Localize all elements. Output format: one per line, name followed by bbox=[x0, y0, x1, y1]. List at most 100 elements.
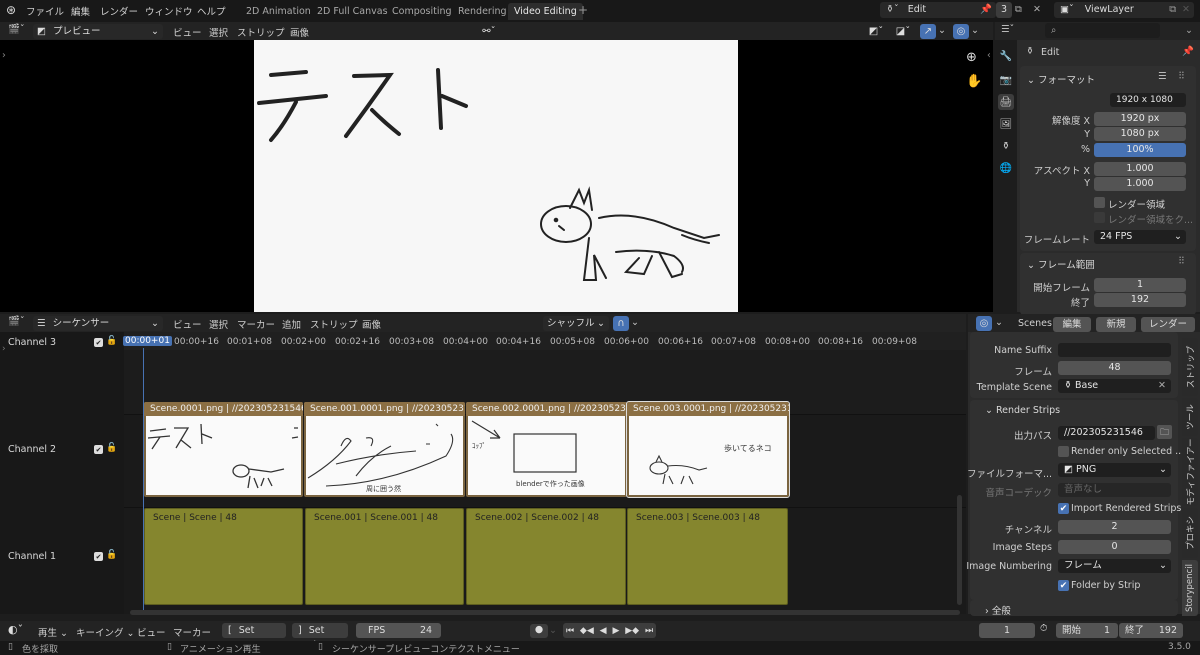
scene-strip[interactable]: Scene.003 | Scene.003 | 48 bbox=[627, 508, 788, 605]
overlay-icon[interactable]: ◎ bbox=[953, 24, 969, 39]
snap-mode-dropdown[interactable]: シャッフル ⌄ bbox=[543, 316, 609, 331]
format-panel-header[interactable]: ⌄ フォーマット bbox=[1027, 72, 1095, 86]
scene-selector[interactable]: ⚱ˇ Edit 📌 bbox=[880, 2, 996, 18]
tab-2d-animation[interactable]: 2D Animation bbox=[240, 3, 317, 20]
frame-start-field[interactable]: 1 bbox=[1094, 278, 1186, 292]
properties-editor-icon[interactable]: ☰ˇ bbox=[1001, 24, 1014, 35]
channels-icon[interactable]: ◪ˇ bbox=[893, 24, 913, 39]
chevron-down-icon[interactable]: ⌄ bbox=[631, 317, 639, 328]
view-layer-tab-icon[interactable]: 🖼 bbox=[998, 116, 1014, 132]
folder-by-strip-checkbox[interactable]: ✔ bbox=[1058, 580, 1069, 591]
lock-icon[interactable]: 🔓 bbox=[106, 336, 117, 346]
chevron-down-icon[interactable]: ⌄ bbox=[938, 25, 946, 36]
menu-marker[interactable]: マーカー bbox=[237, 317, 275, 331]
channel-mute-checkbox[interactable]: ✔ bbox=[94, 338, 103, 347]
channel-mute-checkbox[interactable]: ✔ bbox=[94, 445, 103, 454]
scene-tab-icon[interactable]: ⚱ bbox=[998, 138, 1014, 154]
menu-playback[interactable]: 再生 ⌄ bbox=[38, 625, 68, 639]
image-strip[interactable]: Scene.0001.png | //202305231546/ bbox=[144, 402, 303, 497]
tab-rendering[interactable]: Rendering bbox=[452, 3, 513, 20]
scene-users-count[interactable]: 3 bbox=[996, 2, 1012, 18]
tab-proxy[interactable]: プロキシ bbox=[1182, 508, 1198, 558]
tab-2d-full-canvas[interactable]: 2D Full Canvas bbox=[311, 3, 394, 20]
zoom-icon[interactable]: ⊕ bbox=[966, 50, 977, 65]
menu-view[interactable]: ビュー bbox=[173, 25, 202, 39]
menu-keying[interactable]: キーイング ⌄ bbox=[76, 625, 135, 639]
play-icon[interactable]: ▶ bbox=[612, 626, 619, 636]
image-strip-selected[interactable]: Scene.003.0001.png | //202305231 歩いてるネコ bbox=[626, 401, 790, 498]
channel-field[interactable]: 2 bbox=[1058, 520, 1171, 534]
menu-add[interactable]: 追加 bbox=[282, 317, 301, 331]
toolbar-toggle-icon[interactable]: › bbox=[2, 50, 6, 61]
resolution-x-field[interactable]: 1920 px bbox=[1094, 112, 1186, 126]
render-tab-icon[interactable]: 📷 bbox=[998, 72, 1014, 88]
crop-region-checkbox[interactable] bbox=[1094, 212, 1105, 223]
chevron-down-icon[interactable]: ⌄ bbox=[549, 625, 557, 636]
fps-field[interactable]: FPS 24 bbox=[356, 623, 441, 638]
import-rendered-checkbox[interactable]: ✔ bbox=[1058, 503, 1069, 514]
pin-icon[interactable]: 📌 bbox=[1182, 46, 1194, 57]
horizontal-scrollbar[interactable] bbox=[130, 610, 960, 615]
add-workspace-button[interactable]: + bbox=[578, 3, 588, 17]
lock-icon[interactable]: 🔓 bbox=[106, 443, 117, 453]
chevron-down-icon[interactable]: ⌄ bbox=[995, 317, 1003, 328]
channel-label[interactable]: Channel 3 bbox=[8, 337, 56, 348]
record-icon[interactable]: ● bbox=[530, 624, 548, 638]
chevron-down-icon[interactable]: ⌄ bbox=[1185, 25, 1193, 36]
menu-select[interactable]: 選択 bbox=[209, 25, 228, 39]
display-mode-icon[interactable]: ◩ˇ bbox=[866, 24, 886, 39]
menu-view[interactable]: ビュー bbox=[173, 317, 202, 331]
frame-start-field[interactable]: 開始 1 bbox=[1056, 623, 1118, 638]
editor-type-icon[interactable]: 🎬ˇ bbox=[8, 24, 25, 35]
remove-view-layer-icon[interactable]: ✕ bbox=[1182, 2, 1190, 18]
menu-marker[interactable]: マーカー bbox=[173, 625, 211, 639]
vertical-scrollbar[interactable] bbox=[957, 495, 962, 605]
menu-render[interactable]: レンダー bbox=[100, 4, 138, 18]
scene-strip[interactable]: Scene.002 | Scene.002 | 48 bbox=[466, 508, 626, 605]
audio-codec-dropdown[interactable]: 音声なし bbox=[1058, 483, 1171, 497]
gizmo-icon[interactable]: ↗ bbox=[920, 24, 936, 39]
preview-canvas[interactable] bbox=[254, 40, 738, 312]
menu-view[interactable]: ビュー bbox=[137, 625, 166, 639]
render-strips-header[interactable]: ⌄ Render Strips bbox=[985, 405, 1060, 416]
hand-pan-icon[interactable]: ✋ bbox=[966, 74, 982, 89]
tool-tab-icon[interactable]: 🔧 bbox=[998, 48, 1014, 64]
resolution-percent-slider[interactable]: 100% bbox=[1094, 143, 1186, 157]
snapping-icon[interactable]: ∩ bbox=[613, 316, 629, 331]
drag-handle-icon[interactable]: ⠿ bbox=[1178, 256, 1185, 267]
drag-handle-icon[interactable]: ⠿ bbox=[1178, 71, 1185, 82]
preview-mode-dropdown[interactable]: ◩ プレビュー ⌄ bbox=[33, 24, 163, 39]
file-format-dropdown[interactable]: ◩ PNG ⌄ bbox=[1058, 463, 1171, 477]
output-tab-icon[interactable]: 🖨 bbox=[998, 94, 1014, 110]
menu-strip[interactable]: ストリップ bbox=[237, 25, 285, 39]
render-scenes-button[interactable]: レンダー bbox=[1141, 317, 1195, 332]
lock-icon[interactable]: 🔓 bbox=[106, 550, 117, 560]
resolution-y-field[interactable]: 1080 px bbox=[1094, 127, 1186, 141]
image-numbering-dropdown[interactable]: フレーム ⌄ bbox=[1058, 559, 1171, 573]
image-strip[interactable]: Scene.002.0001.png | //202305231 blender… bbox=[466, 402, 627, 497]
image-steps-field[interactable]: 0 bbox=[1058, 540, 1171, 554]
menu-image[interactable]: 画像 bbox=[362, 317, 381, 331]
render-selected-checkbox[interactable] bbox=[1058, 446, 1069, 457]
menu-help[interactable]: ヘルプ bbox=[197, 4, 226, 18]
set-start-button[interactable]: [ Set Start bbox=[222, 623, 286, 651]
tab-tool[interactable]: ツール bbox=[1182, 398, 1198, 436]
menu-file[interactable]: ファイル bbox=[26, 4, 64, 18]
tab-storypencil[interactable]: Storypencil bbox=[1182, 560, 1198, 616]
template-scene-field[interactable]: ⚱ Base ✕ bbox=[1058, 379, 1171, 393]
jump-start-icon[interactable]: ⏮ bbox=[566, 626, 574, 636]
play-reverse-icon[interactable]: ◀ bbox=[600, 626, 607, 636]
menu-image[interactable]: 画像 bbox=[290, 25, 309, 39]
frames-field[interactable]: 48 bbox=[1058, 361, 1171, 375]
stopwatch-icon[interactable]: ⏱ bbox=[1040, 623, 1047, 634]
tab-compositing[interactable]: Compositing bbox=[386, 3, 458, 20]
presets-icon[interactable]: ☰ bbox=[1158, 71, 1167, 82]
sidebar-toggle-icon[interactable]: › bbox=[2, 344, 6, 354]
general-panel-header[interactable]: › 全般 bbox=[985, 603, 1011, 617]
render-region-checkbox[interactable] bbox=[1094, 197, 1105, 208]
overlay-icon[interactable]: ◎ bbox=[976, 316, 992, 331]
channel-mute-checkbox[interactable]: ✔ bbox=[94, 552, 103, 561]
sequencer-mode-dropdown[interactable]: ☰ シーケンサー ⌄ bbox=[33, 316, 163, 331]
tab-strip[interactable]: ストリップ bbox=[1182, 338, 1198, 396]
blender-logo-icon[interactable]: ⊛ bbox=[6, 3, 16, 17]
